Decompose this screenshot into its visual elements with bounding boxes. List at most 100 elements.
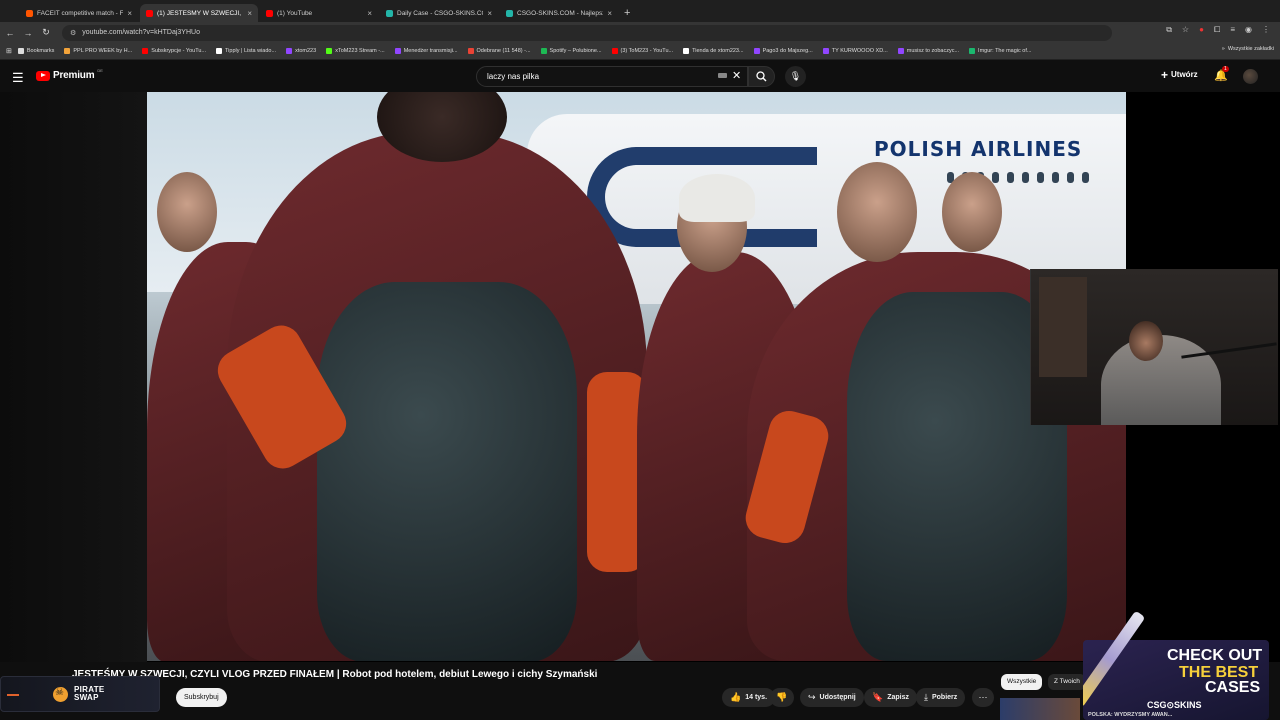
- csgo-skins-ad[interactable]: CHECK OUT THE BEST CASES CSG⊙SKINS: [1083, 600, 1269, 720]
- cam-background: [1039, 277, 1087, 377]
- bookmark-favicon-icon: [822, 48, 829, 54]
- backpack: [317, 282, 577, 661]
- bookmark-item[interactable]: musisz to zobaczyc...: [897, 48, 960, 54]
- create-button[interactable]: + Utwórz: [1161, 67, 1198, 82]
- tab-close-icon[interactable]: ×: [367, 9, 372, 18]
- sponsor-line: [7, 694, 19, 696]
- bookmark-label: PPL PRO WEEK by H...: [73, 48, 133, 54]
- thumbs-down-icon: 👎: [776, 692, 788, 702]
- chip-from-channel[interactable]: Z Twoich: [1048, 674, 1086, 690]
- tab-close-icon[interactable]: ×: [607, 9, 612, 18]
- new-tab-button[interactable]: +: [624, 4, 630, 22]
- left-margin: [0, 92, 147, 662]
- cam-head: [1129, 321, 1163, 361]
- bookmark-label: Tipply | Lista wiado...: [225, 48, 277, 54]
- forward-icon[interactable]: →: [20, 28, 36, 38]
- tab-title: FACEIT competitive match - FA: [37, 9, 124, 17]
- browser-tab[interactable]: (1) YouTube ×: [260, 4, 378, 22]
- tab-favicon-icon: [266, 9, 273, 17]
- share-button[interactable]: ↪ Udostępnij: [800, 688, 864, 707]
- tab-title: (1) YouTube: [277, 9, 313, 17]
- logo-word: Premium: [53, 70, 95, 81]
- tab-favicon-icon: [146, 9, 153, 17]
- ad-line1: CHECK OUT: [1167, 647, 1263, 664]
- video-frame[interactable]: POLISH AIRLINES: [147, 92, 1126, 661]
- bookmark-item[interactable]: (3) ToM223 - YouTu...: [611, 48, 673, 54]
- voice-search-button[interactable]: 🎙: [785, 66, 806, 87]
- keyboard-icon[interactable]: [718, 73, 727, 78]
- back-icon[interactable]: ←: [2, 28, 18, 38]
- bookmark-item[interactable]: PPL PRO WEEK by H...: [64, 48, 132, 54]
- bookmark-item[interactable]: Imgur: The magic of...: [969, 48, 1031, 54]
- extensions-icon[interactable]: ⧠: [1214, 25, 1220, 35]
- browser-menu-icon[interactable]: ⋮: [1262, 25, 1270, 35]
- bookmark-item[interactable]: Bookmarks: [17, 48, 55, 54]
- avatar[interactable]: [1243, 69, 1258, 84]
- apps-icon[interactable]: ⊞: [6, 47, 12, 55]
- dislike-button[interactable]: 👎: [770, 688, 794, 707]
- tab-close-icon[interactable]: ×: [487, 9, 492, 18]
- chip-all[interactable]: Wszystkie: [1001, 674, 1043, 690]
- bookmark-label: Subskrypcje - YouTu...: [151, 48, 207, 54]
- tab-title: CSGO-SKINS.COM - Najlepsze: [517, 9, 604, 17]
- bookmarks-bar: ⊞ Bookmarks PPL PRO WEEK by H... Subskrypc…: [0, 43, 1280, 60]
- bookmark-item[interactable]: Pago3 do Majszeg...: [753, 48, 813, 54]
- notifications-button[interactable]: 🔔 1: [1214, 66, 1229, 82]
- browser-tab[interactable]: CSGO-SKINS.COM - Najlepsze ×: [500, 4, 618, 22]
- site-info-icon[interactable]: ⚙: [70, 29, 76, 37]
- white-cap: [679, 174, 755, 222]
- tab-close-icon[interactable]: ×: [127, 9, 132, 18]
- download-icon: ⤓: [924, 692, 928, 702]
- like-button[interactable]: 👍 14 tys.: [722, 688, 776, 707]
- bookmark-favicon-icon: [540, 48, 547, 54]
- sponsor-text: PIRATE SWAP: [74, 686, 105, 702]
- all-bookmarks-button[interactable]: » Wszystkie zakładki: [1222, 46, 1274, 52]
- bookmark-item[interactable]: Tipply | Lista wiado...: [216, 48, 276, 54]
- bookmark-item[interactable]: Tienda de xtom223...: [683, 48, 744, 54]
- bookmark-star-icon[interactable]: ☆: [1182, 25, 1189, 35]
- share-label: Udostępnij: [819, 694, 856, 701]
- profile-icon[interactable]: ◉: [1245, 25, 1252, 35]
- plus-icon: +: [1161, 67, 1169, 82]
- bookmark-item[interactable]: Odebrane (11 548) -...: [467, 48, 531, 54]
- download-button[interactable]: ⤓ Pobierz: [916, 688, 966, 707]
- search-button[interactable]: [748, 66, 775, 87]
- browser-tab[interactable]: FACEIT competitive match - FA ×: [20, 4, 138, 22]
- install-icon[interactable]: ⧉: [1166, 25, 1172, 35]
- create-label: Utwórz: [1171, 70, 1198, 79]
- youtube-logo[interactable]: Premium DE: [36, 68, 103, 81]
- hamburger-menu-icon[interactable]: ☰: [12, 70, 24, 86]
- clear-search-icon[interactable]: ✕: [732, 69, 741, 82]
- thumbs-up-icon: 👍: [730, 692, 742, 702]
- next-video-title[interactable]: POLSKA: WYDRZYSMY AWAN...: [1088, 712, 1172, 718]
- opera-icon[interactable]: ●: [1199, 25, 1204, 35]
- bookmark-label: musisz to zobaczyc...: [906, 48, 960, 54]
- bookmark-item[interactable]: xtom223: [286, 48, 316, 54]
- bookmark-favicon-icon: [683, 48, 690, 54]
- bookmark-item[interactable]: Menedżer transmisji...: [394, 48, 458, 54]
- save-button[interactable]: 🔖 Zapisz: [864, 688, 918, 707]
- bookmark-item[interactable]: Subskrypcje - YouTu...: [142, 48, 206, 54]
- bookmark-item[interactable]: xToM223 Stream -...: [326, 48, 385, 54]
- bookmark-item[interactable]: Spotify – Polubione...: [540, 48, 602, 54]
- video-player[interactable]: POLISH AIRLINES: [0, 92, 1280, 662]
- browser-tab[interactable]: Daily Case - CSGO-SKINS.COM ×: [380, 4, 498, 22]
- sponsor-banner[interactable]: PIRATE SWAP: [0, 676, 160, 712]
- bookmark-label: Bookmarks: [26, 48, 55, 54]
- tab-close-icon[interactable]: ×: [247, 9, 252, 18]
- more-actions-button[interactable]: ⋯: [972, 688, 994, 707]
- next-video-thumbnail[interactable]: [1000, 698, 1080, 720]
- address-bar[interactable]: ⚙ youtube.com/watch?v=kHTDaj3YHUo: [62, 24, 1112, 41]
- search-input[interactable]: laczy nas pilka: [476, 66, 748, 87]
- youtube-play-icon: [36, 70, 50, 81]
- media-icon[interactable]: ≡: [1230, 25, 1235, 35]
- bookmark-favicon-icon: [216, 48, 223, 54]
- browser-tab[interactable]: (1) JESTEŚMY W SZWECJI, C ×: [140, 4, 258, 22]
- bookmark-favicon-icon: [326, 48, 333, 54]
- bookmark-label: Pago3 do Majszeg...: [762, 48, 813, 54]
- all-bookmarks-label: Wszystkie zakładki: [1227, 46, 1274, 52]
- subscribe-button[interactable]: Subskrybuj: [176, 688, 227, 707]
- reload-icon[interactable]: ↻: [38, 27, 54, 38]
- search-icon: [756, 71, 767, 82]
- bookmark-item[interactable]: TY KURWOOOO XD...: [822, 48, 888, 54]
